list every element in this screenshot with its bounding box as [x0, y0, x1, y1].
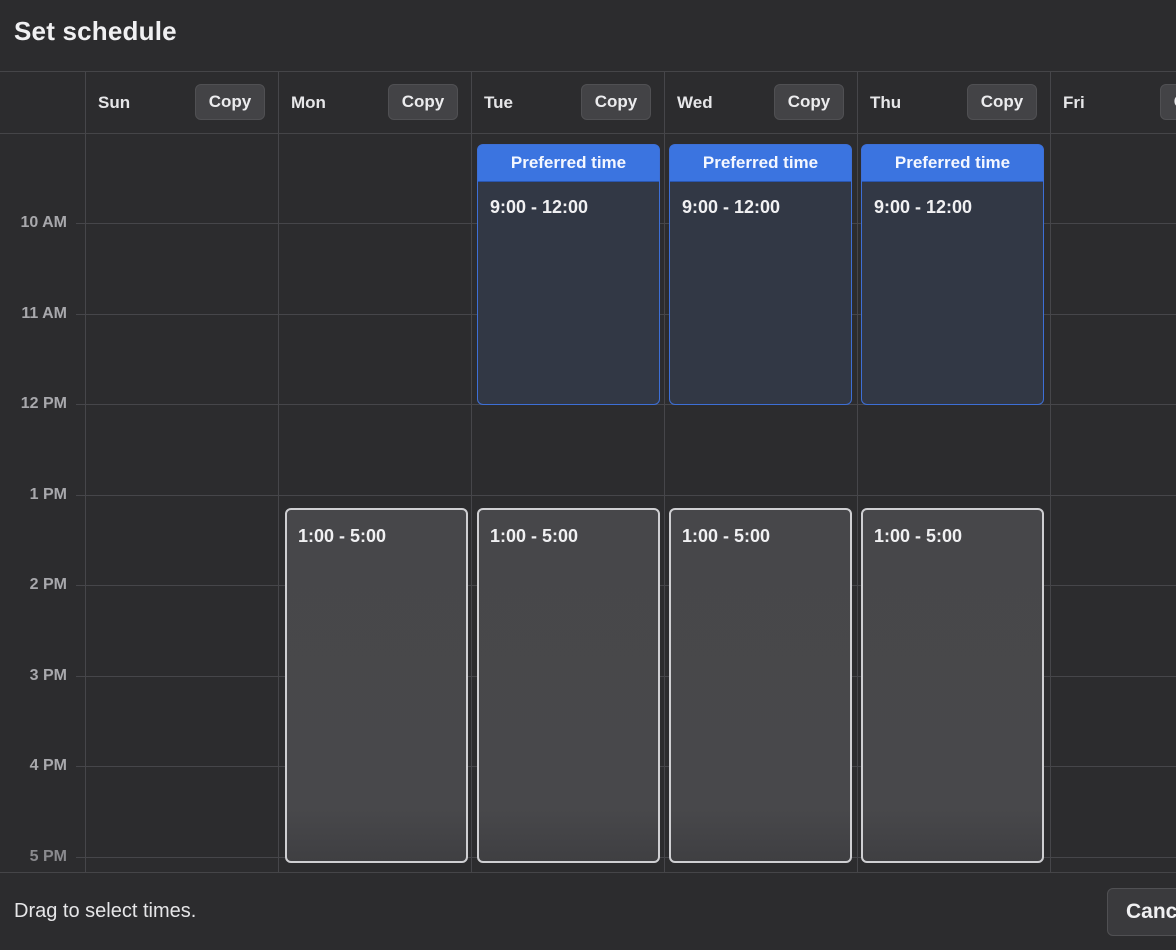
- copy-sun-button[interactable]: Copy: [195, 84, 265, 120]
- preferred-time-header: Preferred time: [478, 145, 659, 182]
- preferred-time-header: Preferred time: [670, 145, 851, 182]
- hour-label: 2 PM: [29, 576, 67, 593]
- day-name: Sun: [98, 93, 131, 112]
- day-header-fri: Fri Copy: [1050, 72, 1176, 133]
- day-name: Wed: [677, 93, 713, 112]
- column-divider: [1050, 72, 1051, 872]
- time-range: 1:00 - 5:00: [490, 526, 579, 546]
- availability-block-thu[interactable]: 1:00 - 5:00: [861, 508, 1044, 863]
- day-header-tue: Tue Copy: [471, 72, 664, 133]
- hour-label: 11 AM: [21, 305, 67, 322]
- time-range: 9:00 - 12:00: [874, 197, 973, 217]
- hour-label: 3 PM: [29, 667, 67, 684]
- preferred-time-block-wed[interactable]: Preferred time 9:00 - 12:00: [669, 144, 852, 405]
- day-header-wed: Wed Copy: [664, 72, 857, 133]
- hour-label: 5 PM: [29, 848, 67, 865]
- preferred-time-block-tue[interactable]: Preferred time 9:00 - 12:00: [477, 144, 660, 405]
- schedule-grid[interactable]: Sun Copy Mon Copy Tue Copy Wed Copy Thu …: [0, 71, 1176, 873]
- preferred-time-block-thu[interactable]: Preferred time 9:00 - 12:00: [861, 144, 1044, 405]
- copy-fri-button[interactable]: Copy: [1160, 84, 1176, 120]
- day-name: Tue: [484, 93, 513, 112]
- hour-label: 10 AM: [20, 214, 67, 231]
- day-header-sun: Sun Copy: [85, 72, 278, 133]
- day-header-thu: Thu Copy: [857, 72, 1050, 133]
- availability-block-mon[interactable]: 1:00 - 5:00: [285, 508, 468, 863]
- copy-mon-button[interactable]: Copy: [388, 84, 458, 120]
- day-name: Mon: [291, 93, 326, 112]
- hour-line: [76, 495, 1176, 496]
- hour-label: 12 PM: [20, 395, 67, 412]
- column-divider: [857, 72, 858, 872]
- hour-label: 4 PM: [29, 757, 67, 774]
- copy-wed-button[interactable]: Copy: [774, 84, 844, 120]
- time-range: 1:00 - 5:00: [874, 526, 963, 546]
- availability-block-wed[interactable]: 1:00 - 5:00: [669, 508, 852, 863]
- day-header-row: Sun Copy Mon Copy Tue Copy Wed Copy Thu …: [0, 72, 1176, 134]
- column-divider: [471, 72, 472, 872]
- cancel-button[interactable]: Cancel: [1107, 888, 1176, 936]
- page-title: Set schedule: [14, 16, 177, 46]
- time-range: 1:00 - 5:00: [298, 526, 387, 546]
- day-name: Thu: [870, 93, 902, 112]
- time-range: 1:00 - 5:00: [682, 526, 771, 546]
- preferred-time-header: Preferred time: [862, 145, 1043, 182]
- day-header-mon: Mon Copy: [278, 72, 471, 133]
- copy-thu-button[interactable]: Copy: [967, 84, 1037, 120]
- time-range: 9:00 - 12:00: [490, 197, 589, 217]
- drag-hint: Drag to select times.: [14, 900, 197, 922]
- column-divider: [278, 72, 279, 872]
- day-name: Fri: [1063, 93, 1085, 112]
- availability-block-tue[interactable]: 1:00 - 5:00: [477, 508, 660, 863]
- time-range: 9:00 - 12:00: [682, 197, 781, 217]
- hour-label: 1 PM: [29, 486, 67, 503]
- column-divider: [85, 72, 86, 872]
- column-divider: [664, 72, 665, 872]
- copy-tue-button[interactable]: Copy: [581, 84, 651, 120]
